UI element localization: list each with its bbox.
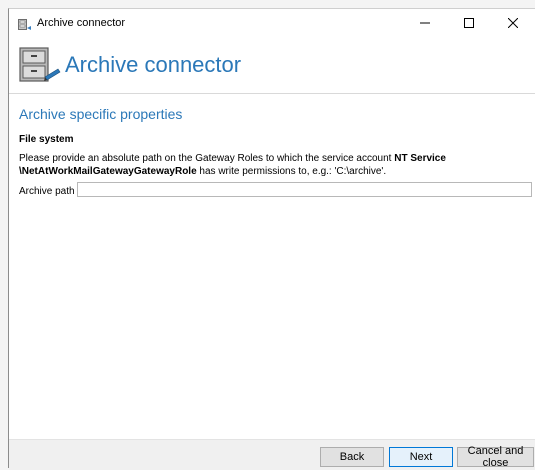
file-cabinet-icon <box>19 47 61 90</box>
group-title: File system <box>19 134 74 145</box>
app-icon <box>18 18 32 30</box>
close-button[interactable] <box>491 9 535 39</box>
next-button[interactable]: Next <box>389 447 453 467</box>
description-text: Please provide an absolute path on the G… <box>19 152 519 178</box>
minimize-button[interactable] <box>403 9 447 39</box>
close-icon <box>507 15 519 33</box>
page-title: Archive connector <box>65 52 242 77</box>
back-button[interactable]: Back <box>320 447 384 467</box>
section-title: Archive specific properties <box>19 106 183 122</box>
wizard-content: Archive specific properties File system … <box>9 93 535 440</box>
description-prefix: Please provide an absolute path on the G… <box>19 153 395 164</box>
wizard-footer: Back Next Cancel and close <box>9 439 535 470</box>
window-title: Archive connector <box>37 17 126 29</box>
cancel-and-close-button[interactable]: Cancel and close <box>457 445 534 469</box>
description-suffix: has write permissions to, e.g.: 'C:\arch… <box>196 166 387 177</box>
title-bar: Archive connector <box>9 9 535 39</box>
maximize-button[interactable] <box>447 9 491 39</box>
archive-path-input[interactable] <box>77 182 532 197</box>
wizard-window: Archive connector Archive connector Arch… <box>8 8 535 470</box>
minimize-icon <box>420 15 430 33</box>
maximize-icon <box>464 15 474 33</box>
archive-path-label: Archive path <box>19 186 75 197</box>
wizard-header: Archive connector <box>9 39 535 93</box>
